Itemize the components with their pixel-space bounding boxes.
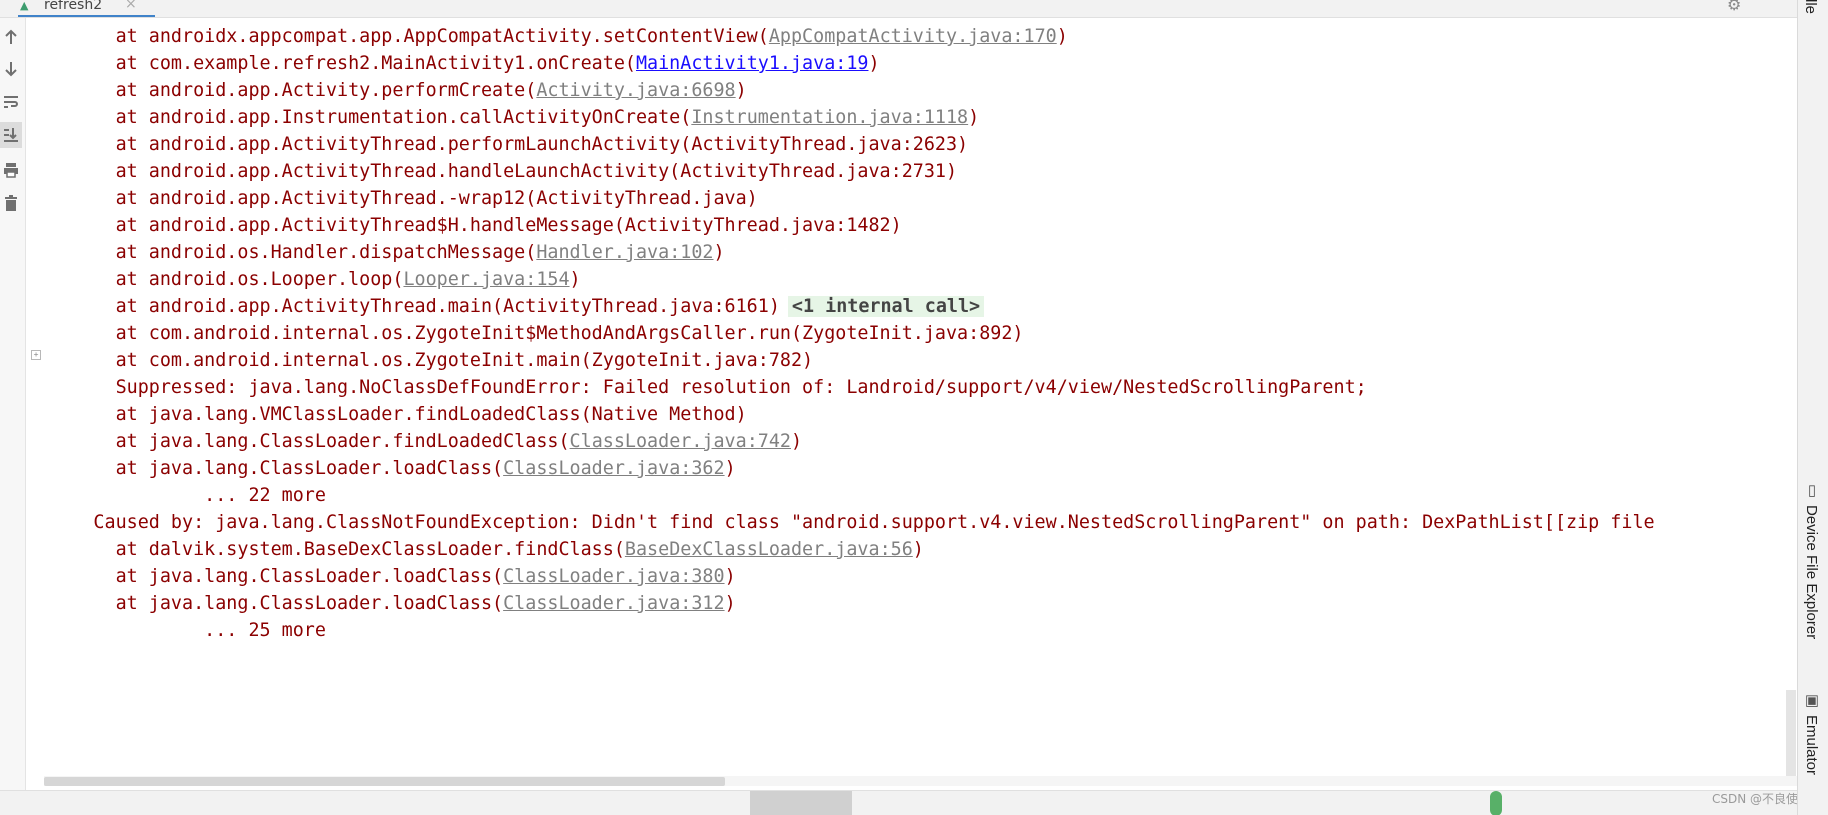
emulator-icon: ▣ [1803,691,1820,709]
source-link[interactable]: ClassLoader.java:380 [503,566,724,587]
android-module-icon: ▲ [20,0,29,12]
console-line-text: at android.app.ActivityThread.performLau… [27,134,969,155]
editor-tab-bar: ▲ refresh2 × ⚙ [0,0,1797,18]
vertical-scrollbar[interactable] [1785,18,1797,790]
console-line-text: at android.app.Activity.performCreate( [27,80,537,101]
console-line-suffix: ) [569,269,581,290]
horizontal-scrollbar-thumb[interactable] [44,777,725,786]
source-link[interactable]: MainActivity1.java:19 [636,53,869,74]
status-indicator-icon [1490,791,1502,815]
fold-toggle-icon[interactable]: + [31,350,41,360]
source-link[interactable]: AppCompatActivity.java:170 [769,26,1057,47]
console-toolbar [0,18,26,798]
console-line-text: at android.app.ActivityThread.handleLaun… [27,161,958,182]
console-line-suffix: ) [791,431,803,452]
console-line-suffix: ) [724,566,736,587]
console-line-text: Suppressed: java.lang.NoClassDefFoundErr… [27,377,1367,398]
console-line-suffix: ) [912,539,924,560]
gear-icon[interactable]: ⚙ [1727,0,1741,14]
console-line-text: at android.app.ActivityThread.-wrap12(Ac… [27,188,758,209]
source-link[interactable]: Looper.java:154 [403,269,569,290]
vertical-scrollbar-thumb[interactable] [1786,690,1796,785]
source-link[interactable]: Instrumentation.java:1118 [691,107,968,128]
source-link[interactable]: Handler.java:102 [536,242,713,263]
console-line-text: at com.example.refresh2.MainActivity1.on… [27,53,636,74]
console-line-text: at android.os.Handler.dispatchMessage( [27,242,537,263]
print-icon[interactable] [0,157,22,183]
console-line: ... 25 more [27,615,326,646]
console-line-text: at android.app.ActivityThread.main(Activ… [27,296,780,317]
gradle-tool-label: dle [1802,0,1819,15]
console-line-text: at android.os.Looper.loop( [27,269,404,290]
console-line-suffix: ) [868,53,880,74]
console-line-text: ... 25 more [27,620,326,641]
source-link[interactable]: ClassLoader.java:362 [503,458,724,479]
arrow-up-icon[interactable] [0,24,22,50]
console-line-text: at com.android.internal.os.ZygoteInit$Me… [27,323,1024,344]
source-link[interactable]: Activity.java:6698 [536,80,735,101]
console-line-text: at java.lang.VMClassLoader.findLoadedCla… [27,404,747,425]
gradle-tool-tab[interactable]: dle [1802,0,1819,14]
console-line-text: at java.lang.ClassLoader.loadClass( [27,566,504,587]
scroll-to-end-icon[interactable] [0,122,22,148]
internal-call-hint[interactable]: <1 internal call> [787,296,985,317]
console-line-text: at com.android.internal.os.ZygoteInit.ma… [27,350,814,371]
console-line-text: at android.app.ActivityThread$H.handleMe… [27,215,902,236]
arrow-down-icon[interactable] [0,56,22,82]
source-link[interactable]: ClassLoader.java:312 [503,593,724,614]
console-line-text: Caused by: java.lang.ClassNotFoundExcept… [27,512,1655,533]
console-line-suffix: ) [735,80,747,101]
source-link[interactable]: ClassLoader.java:742 [570,431,791,452]
tab-label: refresh2 [44,0,103,13]
console-line-text: at java.lang.ClassLoader.loadClass( [27,593,504,614]
console-output[interactable]: at androidx.appcompat.app.AppCompatActiv… [27,18,1797,790]
bottom-tool-strip [0,790,1797,815]
source-link[interactable]: BaseDexClassLoader.java:56 [625,539,913,560]
emulator-label: Emulator [1803,715,1820,776]
horizontal-scrollbar[interactable] [44,776,1797,786]
console-line-suffix: ) [724,458,736,479]
console-line-text: at dalvik.system.BaseDexClassLoader.find… [27,539,625,560]
console-line-suffix: ) [724,593,736,614]
device-icon: ▯ [1803,481,1820,499]
emulator-tool-tab[interactable]: ▣ Emulator [1802,691,1820,775]
console-line-suffix: ) [1056,26,1068,47]
console-line-text: at java.lang.ClassLoader.loadClass( [27,458,504,479]
console-line-suffix: ) [713,242,725,263]
trash-icon[interactable] [0,190,22,216]
device-file-explorer-tool-tab[interactable]: ▯ Device File Explorer [1802,481,1820,639]
device-file-explorer-label: Device File Explorer [1803,505,1820,640]
watermark: CSDN @不良使 [1712,792,1799,806]
soft-wrap-icon[interactable] [0,89,22,115]
console-line-text: at java.lang.ClassLoader.findLoadedClass… [27,431,570,452]
right-tool-strip: dle ▯ Device File Explorer ▣ Emulator [1797,0,1828,815]
bottom-tool-tab-active[interactable] [750,791,852,815]
console-line-text: ... 22 more [27,485,326,506]
console-line-text: at androidx.appcompat.app.AppCompatActiv… [27,26,769,47]
close-icon[interactable]: × [125,0,137,12]
console-line-text: at android.app.Instrumentation.callActiv… [27,107,692,128]
console-line-suffix: ) [968,107,980,128]
